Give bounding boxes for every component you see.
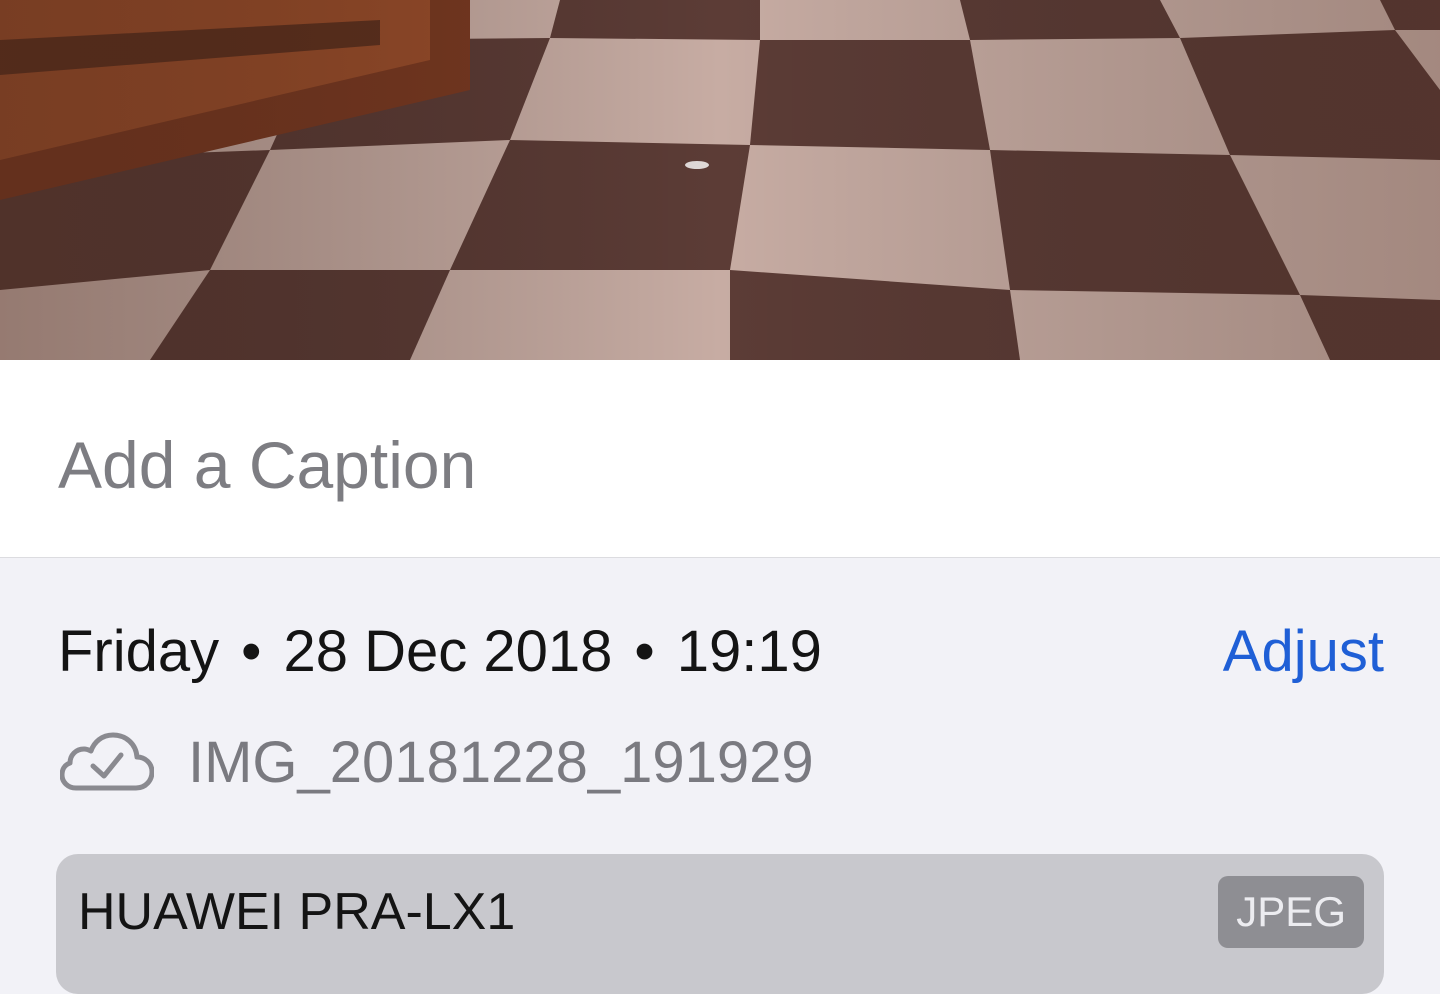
image-format-badge: JPEG xyxy=(1218,876,1364,948)
photo-date-time: Friday • 28 Dec 2018 • 19:19 xyxy=(58,618,822,685)
photo-time: 19:19 xyxy=(676,619,822,684)
photo-date: 28 Dec 2018 xyxy=(283,619,613,684)
caption-input[interactable] xyxy=(58,420,1378,510)
camera-device-name: HUAWEI PRA-LX1 xyxy=(78,883,516,941)
separator-dot: • xyxy=(241,619,262,684)
separator-dot: • xyxy=(634,619,655,684)
photo-filename: IMG_20181228_191929 xyxy=(188,729,814,795)
photo-preview[interactable] xyxy=(0,0,1440,360)
device-info-card: HUAWEI PRA-LX1 JPEG xyxy=(56,854,1384,994)
photo-day: Friday xyxy=(58,619,220,684)
adjust-date-button[interactable]: Adjust xyxy=(1223,618,1384,685)
photo-image xyxy=(0,0,1440,360)
icloud-synced-icon xyxy=(60,732,154,791)
file-info-row: IMG_20181228_191929 xyxy=(60,722,814,802)
